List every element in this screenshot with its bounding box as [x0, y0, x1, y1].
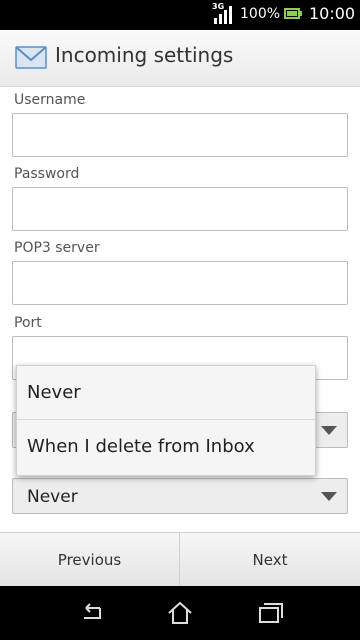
battery-tip: [300, 11, 302, 16]
button-bar: Previous Next: [0, 532, 360, 587]
next-button[interactable]: Next: [180, 533, 360, 587]
delete-from-server-value: Never: [27, 487, 78, 507]
previous-button[interactable]: Previous: [0, 533, 180, 587]
clock: 10:00: [309, 4, 356, 23]
popup-option-when-delete-inbox[interactable]: When I delete from Inbox: [17, 420, 315, 474]
battery-percent: 100%: [240, 6, 281, 22]
delete-from-server-select[interactable]: Never: [12, 478, 348, 514]
home-icon[interactable]: [165, 598, 195, 628]
battery-icon: [284, 8, 300, 19]
password-field[interactable]: [12, 187, 348, 231]
dropdown-arrow-icon: [321, 492, 337, 501]
password-label: Password: [14, 166, 80, 182]
popup-option-never[interactable]: Never: [17, 366, 315, 420]
recents-icon[interactable]: [255, 598, 285, 628]
title-bar: Incoming settings: [0, 30, 360, 87]
navigation-bar: [0, 586, 360, 640]
port-label: Port: [14, 315, 42, 331]
dropdown-popup: Never When I delete from Inbox: [16, 365, 316, 476]
username-field[interactable]: [12, 113, 348, 157]
signal-icon: [214, 6, 232, 24]
username-label: Username: [14, 92, 86, 108]
status-bar: 3G 100% 10:00: [0, 0, 360, 30]
pop3-server-label: POP3 server: [14, 240, 100, 256]
back-icon[interactable]: [76, 598, 106, 628]
mail-icon: [15, 46, 47, 69]
pop3-server-field[interactable]: [12, 261, 348, 305]
dropdown-arrow-icon: [321, 426, 337, 435]
page-title: Incoming settings: [55, 43, 234, 67]
